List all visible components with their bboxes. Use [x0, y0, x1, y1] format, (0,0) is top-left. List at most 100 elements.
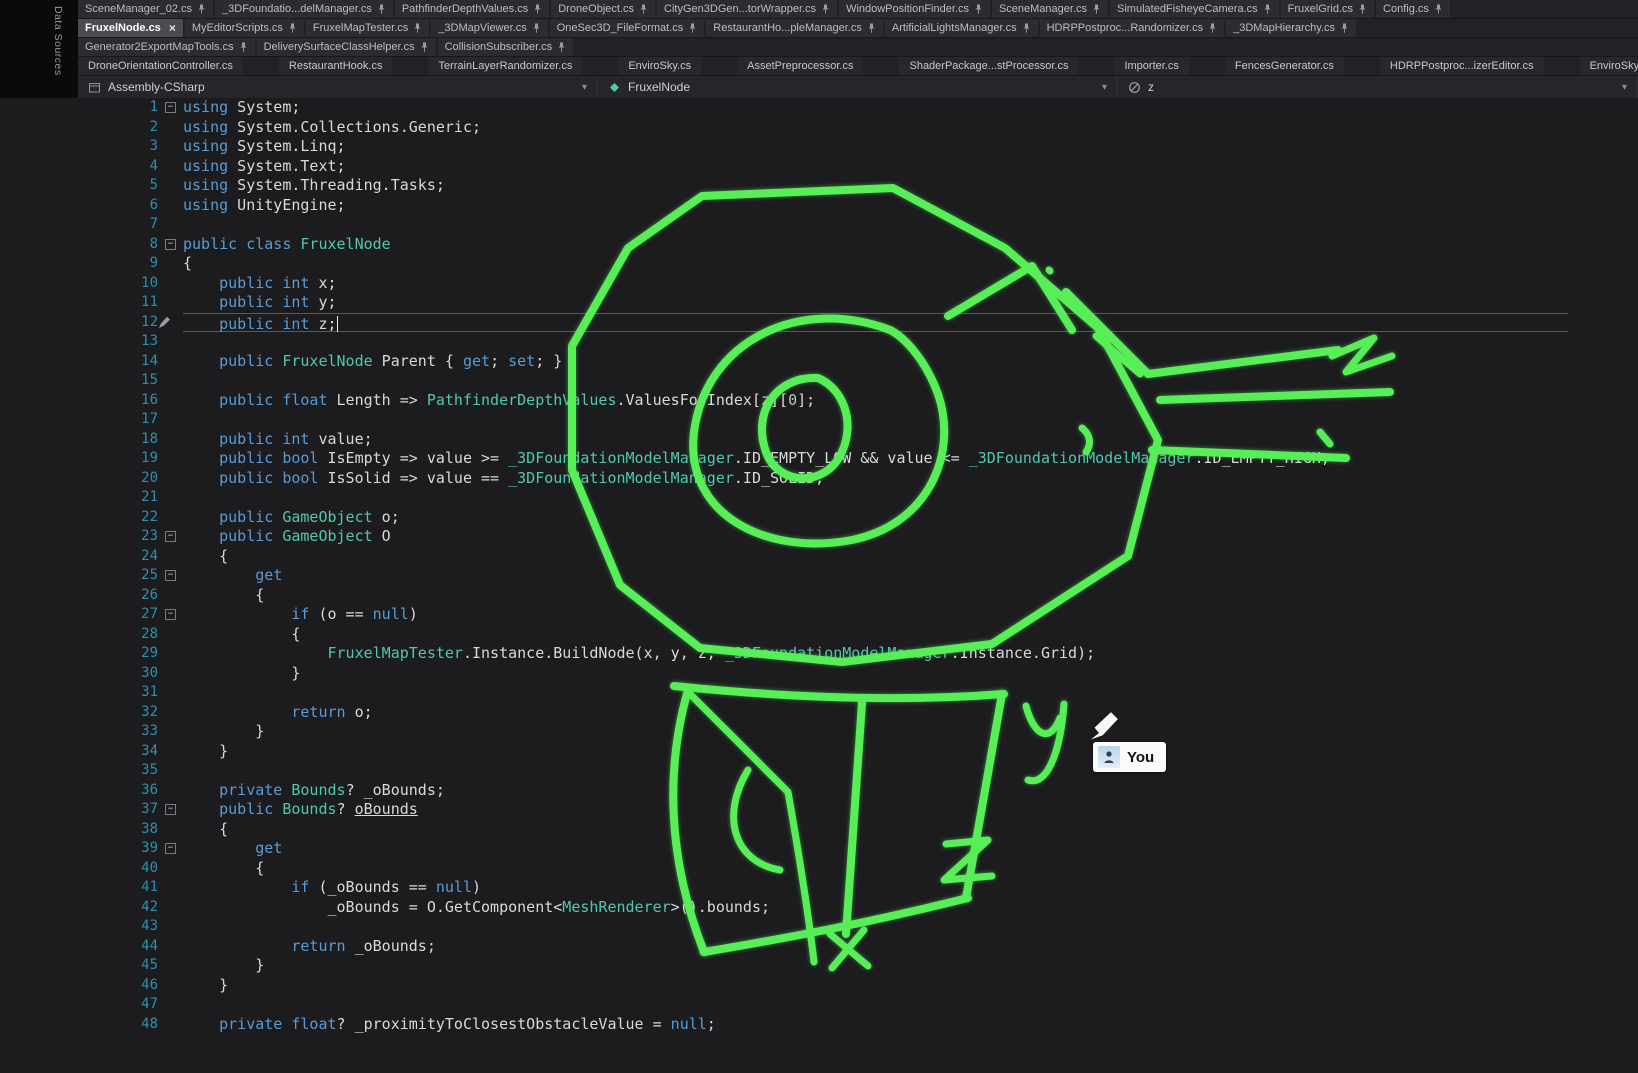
code-line[interactable]: 23− public GameObject O [0, 527, 1638, 547]
pin-icon[interactable] [1022, 23, 1031, 34]
pin-icon[interactable] [1434, 4, 1443, 15]
pin-icon[interactable] [420, 42, 429, 53]
pin-icon[interactable] [1208, 23, 1217, 34]
pin-icon[interactable] [533, 4, 542, 15]
code-line[interactable]: 15 [0, 371, 1638, 391]
fold-marker-icon[interactable]: − [165, 843, 176, 854]
code-line[interactable]: 38 { [0, 820, 1638, 840]
data-sources-tool-tab[interactable]: Data Sources [52, 6, 64, 76]
code-line[interactable]: 21 [0, 488, 1638, 508]
code-line[interactable]: 42 _oBounds = O.GetComponent<MeshRendere… [0, 898, 1638, 918]
fold-marker-icon[interactable]: − [165, 531, 176, 542]
code-line[interactable]: 44 return _oBounds; [0, 937, 1638, 957]
file-tab[interactable]: RestaurantHo...pleManager.cs [706, 19, 883, 37]
pin-icon[interactable] [197, 4, 206, 15]
file-tab[interactable]: FruxelGrid.cs [1281, 0, 1374, 18]
file-tab[interactable]: WindowPositionFinder.cs [839, 0, 990, 18]
file-tab[interactable]: PathfinderDepthValues.cs [395, 0, 549, 18]
file-tab[interactable]: CityGen3DGen...torWrapper.cs [657, 0, 837, 18]
code-line[interactable]: 2using System.Collections.Generic; [0, 118, 1638, 138]
file-tab[interactable]: CollisionSubscriber.cs [438, 38, 574, 56]
code-line[interactable]: 35 [0, 761, 1638, 781]
type-dropdown[interactable]: FruxelNode ▾ [598, 76, 1118, 98]
code-editor[interactable]: 1−using System;2using System.Collections… [0, 98, 1638, 1073]
code-line[interactable]: 37− public Bounds? oBounds [0, 800, 1638, 820]
file-tab[interactable]: _3DMapHierarchy.cs [1226, 19, 1356, 37]
code-line[interactable]: 25− get [0, 566, 1638, 586]
code-line[interactable]: 41 if (_oBounds == null) [0, 878, 1638, 898]
fold-marker-icon[interactable]: − [165, 239, 176, 250]
fold-marker-icon[interactable]: − [165, 609, 176, 620]
fold-marker-icon[interactable]: − [165, 102, 176, 113]
code-line[interactable]: 26 { [0, 586, 1638, 606]
code-line[interactable]: 17 [0, 410, 1638, 430]
pin-icon[interactable] [532, 23, 541, 34]
code-line[interactable]: 12 public int z; [0, 313, 1638, 333]
fold-marker-icon[interactable]: − [165, 804, 176, 815]
code-line[interactable]: 45 } [0, 956, 1638, 976]
file-tab[interactable]: RestaurantHook.cs [279, 57, 393, 75]
file-tab[interactable]: FruxelMapTester.cs [306, 19, 429, 37]
pin-icon[interactable] [1358, 4, 1367, 15]
fold-marker-icon[interactable]: − [165, 570, 176, 581]
project-dropdown[interactable]: Assembly-CSharp ▾ [78, 76, 598, 98]
code-line[interactable]: 29 FruxelMapTester.Instance.BuildNode(x,… [0, 644, 1638, 664]
file-tab[interactable]: AssetPreprocessor.cs [737, 57, 863, 75]
pin-icon[interactable] [377, 4, 386, 15]
file-tab[interactable]: DroneObject.cs [551, 0, 655, 18]
code-line[interactable]: 39− get [0, 839, 1638, 859]
file-tab[interactable]: FruxelNode.cs × [78, 19, 183, 37]
code-line[interactable]: 40 { [0, 859, 1638, 879]
code-line[interactable]: 13 [0, 332, 1638, 352]
file-tab[interactable]: EnviroSkyMgr.cs [1580, 57, 1638, 75]
code-line[interactable]: 47 [0, 995, 1638, 1015]
close-icon[interactable]: × [169, 22, 176, 34]
file-tab[interactable]: HDRPPostproc...Randomizer.cs [1040, 19, 1225, 37]
code-line[interactable]: 9{ [0, 254, 1638, 274]
code-line[interactable]: 20 public bool IsSolid => value == _3DFo… [0, 469, 1638, 489]
file-tab[interactable]: ShaderPackage...stProcessor.cs [899, 57, 1078, 75]
file-tab[interactable]: _3DMapViewer.cs [431, 19, 547, 37]
pin-icon[interactable] [1340, 23, 1349, 34]
file-tab[interactable]: ArtificialLightsManager.cs [885, 19, 1038, 37]
code-line[interactable]: 24 { [0, 547, 1638, 567]
file-tab[interactable]: MyEditorScripts.cs [185, 19, 304, 37]
file-tab[interactable]: Config.cs [1376, 0, 1450, 18]
code-line[interactable]: 16 public float Length => PathfinderDept… [0, 391, 1638, 411]
code-line[interactable]: 31 [0, 683, 1638, 703]
pin-icon[interactable] [639, 4, 648, 15]
pin-icon[interactable] [1092, 4, 1101, 15]
pin-icon[interactable] [821, 4, 830, 15]
file-tab[interactable]: Generator2ExportMapTools.cs [78, 38, 255, 56]
code-line[interactable]: 7 [0, 215, 1638, 235]
pin-icon[interactable] [688, 23, 697, 34]
file-tab[interactable]: SceneManager_02.cs [78, 0, 213, 18]
code-line[interactable]: 34 } [0, 742, 1638, 762]
file-tab[interactable]: Importer.cs [1114, 57, 1188, 75]
file-tab[interactable]: _3DFoundatio...delManager.cs [215, 0, 393, 18]
code-line[interactable]: 33 } [0, 722, 1638, 742]
file-tab[interactable]: DeliverySurfaceClassHelper.cs [257, 38, 436, 56]
code-line[interactable]: 48 private float? _proximityToClosestObs… [0, 1015, 1638, 1035]
pin-icon[interactable] [413, 23, 422, 34]
code-line[interactable]: 30 } [0, 664, 1638, 684]
code-line[interactable]: 3using System.Linq; [0, 137, 1638, 157]
code-line[interactable]: 27− if (o == null) [0, 605, 1638, 625]
file-tab[interactable]: EnviroSky.cs [618, 57, 701, 75]
file-tab[interactable]: SceneManager.cs [992, 0, 1108, 18]
code-line[interactable]: 32 return o; [0, 703, 1638, 723]
pin-icon[interactable] [974, 4, 983, 15]
pin-icon[interactable] [1263, 4, 1272, 15]
file-tab[interactable]: TerrainLayerRandomizer.cs [428, 57, 582, 75]
file-tab[interactable]: HDRPPostproc...izerEditor.cs [1380, 57, 1544, 75]
pin-icon[interactable] [557, 42, 566, 53]
code-line[interactable]: 19 public bool IsEmpty => value >= _3DFo… [0, 449, 1638, 469]
member-dropdown[interactable]: z ▾ [1118, 76, 1638, 98]
code-line[interactable]: 28 { [0, 625, 1638, 645]
pin-icon[interactable] [867, 23, 876, 34]
file-tab[interactable]: SimulatedFisheyeCamera.cs [1110, 0, 1279, 18]
code-line[interactable]: 10 public int x; [0, 274, 1638, 294]
code-line[interactable]: 6using UnityEngine; [0, 196, 1638, 216]
code-line[interactable]: 43 [0, 917, 1638, 937]
code-line[interactable]: 22 public GameObject o; [0, 508, 1638, 528]
